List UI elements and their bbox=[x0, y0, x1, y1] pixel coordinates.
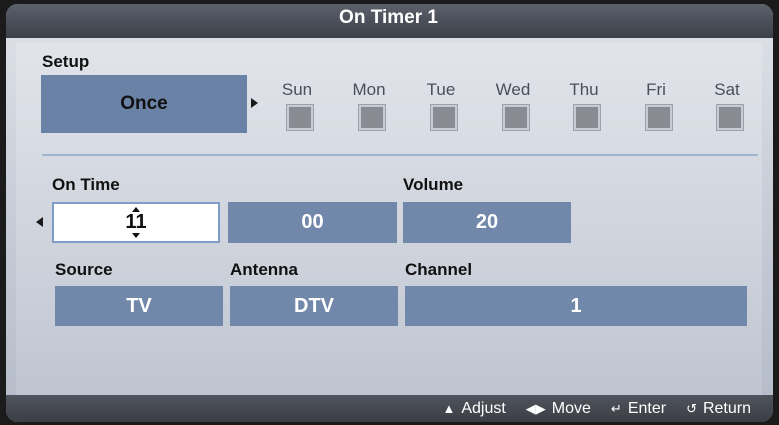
day-checkbox-fri[interactable] bbox=[646, 105, 672, 130]
channel-field[interactable]: 1 bbox=[405, 286, 747, 326]
footer-adjust: ▲︎ Adjust bbox=[442, 400, 505, 418]
day-label-mon: Mon bbox=[352, 80, 386, 99]
on-time-label: On Time bbox=[52, 175, 120, 194]
day-label-tue: Tue bbox=[426, 80, 456, 99]
left-right-arrow-icon: ◀▶ bbox=[525, 401, 546, 416]
day-label-wed: Wed bbox=[495, 80, 531, 99]
footer-enter-label: Enter bbox=[627, 399, 667, 417]
day-checkbox-tue[interactable] bbox=[431, 105, 457, 130]
antenna-field[interactable]: DTV bbox=[230, 286, 398, 326]
footer-help-bar: ▲︎ Adjust ◀▶ Move ↵ Enter ↺ Return bbox=[6, 395, 773, 422]
chevron-left-icon bbox=[36, 217, 43, 227]
channel-label: Channel bbox=[405, 260, 473, 279]
on-time-hour-field[interactable]: 11 bbox=[52, 202, 220, 243]
footer-move-label: Move bbox=[551, 399, 591, 417]
on-time-hour-value: 11 bbox=[125, 211, 147, 233]
antenna-label: Antenna bbox=[230, 260, 298, 279]
day-label-sun: Sun bbox=[281, 80, 313, 99]
footer-move: ◀▶ Move bbox=[526, 400, 591, 418]
spin-up-icon bbox=[132, 207, 140, 212]
return-icon: ↺ bbox=[686, 401, 697, 416]
day-label-thu: Thu bbox=[569, 80, 599, 99]
volume-label: Volume bbox=[403, 175, 464, 194]
day-checkbox-sat[interactable] bbox=[717, 105, 743, 130]
day-checkbox-mon[interactable] bbox=[359, 105, 385, 130]
footer-return: ↺ Return bbox=[686, 400, 751, 418]
footer-adjust-label: Adjust bbox=[461, 399, 506, 417]
source-field[interactable]: TV bbox=[55, 286, 223, 326]
source-label: Source bbox=[55, 260, 113, 279]
footer-return-label: Return bbox=[702, 399, 751, 417]
day-checkbox-thu[interactable] bbox=[574, 105, 600, 130]
day-checkbox-sun[interactable] bbox=[287, 105, 313, 130]
chevron-right-icon bbox=[251, 98, 258, 108]
footer-enter: ↵ Enter bbox=[611, 400, 666, 418]
on-time-minute-field[interactable]: 00 bbox=[228, 202, 397, 243]
enter-icon: ↵ bbox=[610, 401, 622, 416]
day-checkbox-wed[interactable] bbox=[503, 105, 529, 130]
volume-field[interactable]: 20 bbox=[403, 202, 571, 243]
dialog-title: On Timer 1 bbox=[6, 4, 773, 38]
day-label-sat: Sat bbox=[714, 80, 740, 99]
divider bbox=[42, 154, 758, 156]
up-down-arrow-icon: ▲︎ bbox=[442, 401, 456, 416]
setup-label: Setup bbox=[42, 52, 90, 71]
spin-down-icon bbox=[132, 233, 140, 238]
on-timer-dialog: On Timer 1 Setup Once Sun Mon Tue Wed Th… bbox=[6, 4, 773, 422]
setup-mode-select[interactable]: Once bbox=[41, 75, 247, 133]
day-label-fri: Fri bbox=[646, 80, 666, 99]
